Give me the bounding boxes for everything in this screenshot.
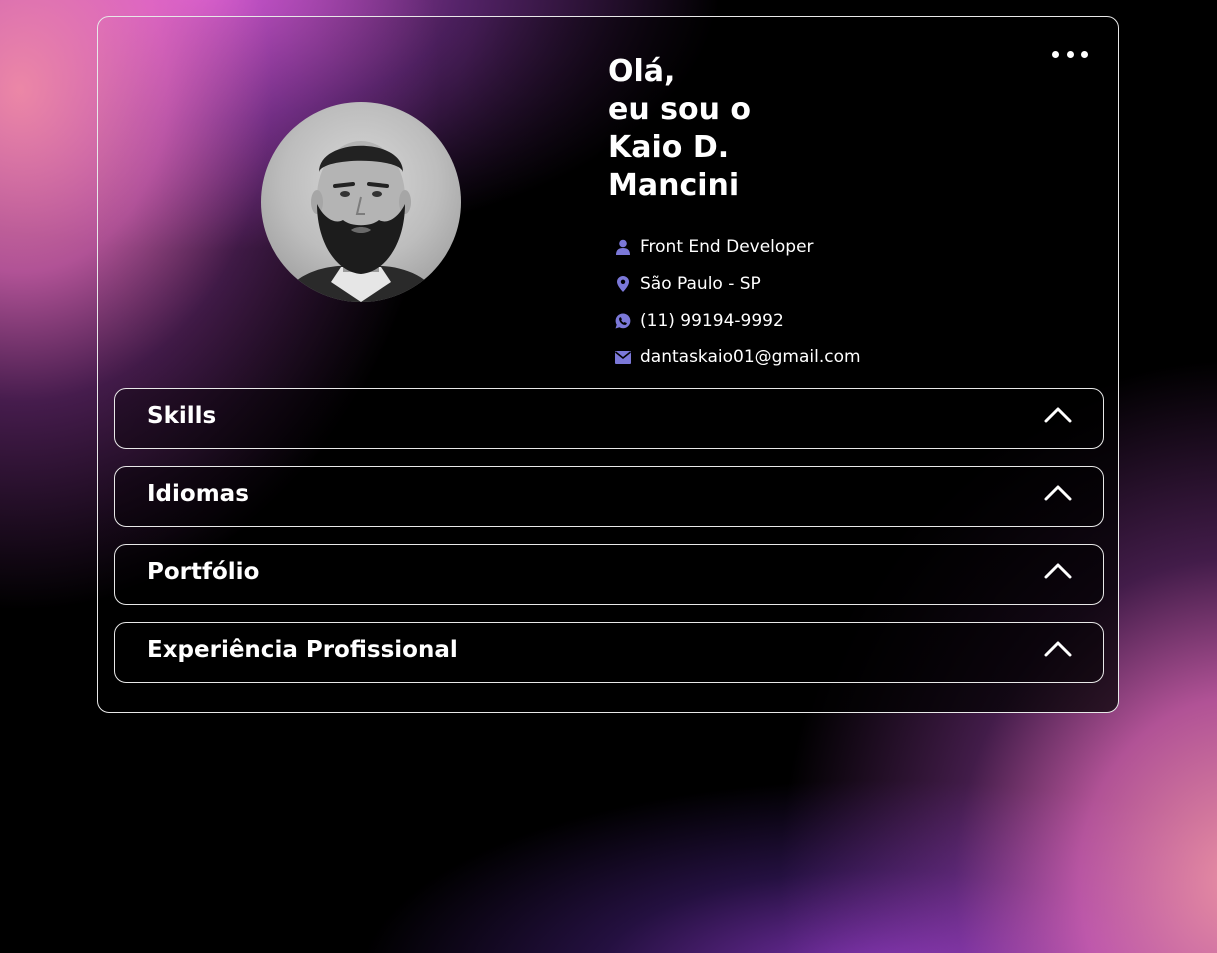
user-icon	[615, 239, 631, 256]
accordion-label: Skills	[147, 403, 217, 429]
chevron-up-icon	[1044, 563, 1072, 579]
info-text-location: São Paulo - SP	[640, 274, 761, 295]
greeting-line: Mancini	[608, 168, 740, 203]
accordion-experiencia[interactable]: Experiência Profissional	[114, 622, 1104, 683]
chevron-up-icon	[1044, 407, 1072, 423]
accordion-label: Portfólio	[147, 559, 260, 585]
greeting-line: Kaio D.	[608, 130, 730, 165]
accordion-idiomas[interactable]: Idiomas	[114, 466, 1104, 527]
accordion-skills[interactable]: Skills	[114, 388, 1104, 449]
info-item-phone[interactable]: (11) 99194-9992	[615, 302, 861, 339]
profile-card: Olá, eu sou o Kaio D. Mancini Front End …	[97, 16, 1119, 713]
info-item-role: Front End Developer	[615, 229, 861, 266]
chevron-up-icon	[1044, 641, 1072, 657]
more-dots-icon	[1081, 50, 1088, 58]
info-item-location: São Paulo - SP	[615, 266, 861, 303]
profile-photo	[281, 141, 441, 302]
contact-info-list: Front End Developer São Paulo - SP (11) …	[615, 229, 861, 376]
greeting-line: eu sou o	[608, 92, 752, 127]
info-text-phone: (11) 99194-9992	[640, 310, 784, 331]
location-pin-icon	[615, 276, 631, 293]
more-options-button[interactable]	[1052, 47, 1088, 61]
more-dots-icon	[1052, 50, 1059, 58]
accordion-portfolio[interactable]: Portfólio	[114, 544, 1104, 605]
whatsapp-icon	[615, 313, 631, 329]
greeting-heading: Olá, eu sou o Kaio D. Mancini	[608, 53, 751, 205]
chevron-up-icon	[1044, 485, 1072, 501]
more-dots-icon	[1066, 50, 1074, 58]
info-text-email: dantaskaio01@gmail.com	[640, 347, 861, 368]
info-item-email[interactable]: dantaskaio01@gmail.com	[615, 339, 861, 376]
mail-icon	[615, 349, 631, 365]
accordion-label: Experiência Profissional	[147, 637, 458, 663]
greeting-line: Olá,	[608, 54, 676, 89]
avatar	[261, 102, 461, 302]
accordion-label: Idiomas	[147, 481, 249, 507]
info-text-role: Front End Developer	[640, 237, 814, 258]
